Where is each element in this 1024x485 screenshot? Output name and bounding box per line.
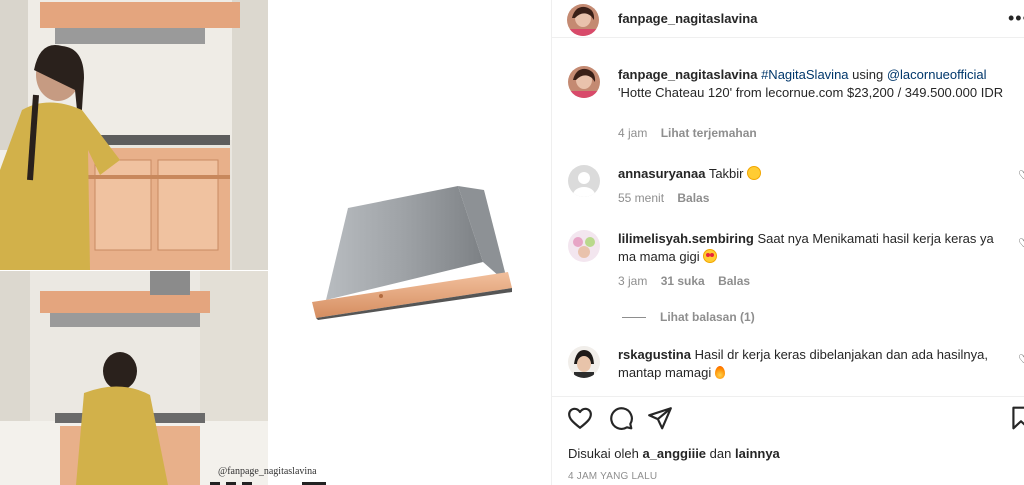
comment-time[interactable]: 55 menit [618, 191, 664, 205]
kitchen-photo-bottom [0, 271, 268, 485]
likes-summary: Disukai oleh a_anggiiie dan lainnya [568, 446, 780, 461]
caption-strip [210, 482, 326, 485]
post-detail-panel: fanpage_nagitaslavina ••• fanpage_nagita… [551, 0, 1024, 485]
comment-body: Takbir [708, 166, 744, 181]
comment-like-heart-icon[interactable]: ♡ [1018, 352, 1024, 366]
reply-button[interactable]: Balas [718, 274, 750, 288]
comment-icon[interactable] [608, 405, 634, 431]
comment-text: lilimelisyah.sembiring Saat nya Menikama… [618, 230, 1008, 266]
comment-item: annasuryanaa Takbir 55 menit Balas ♡ [568, 165, 1024, 215]
caption-text: fanpage_nagitaslavina #NagitaSlavina usi… [618, 66, 1008, 102]
comment-like-heart-icon[interactable]: ♡ [1018, 168, 1024, 182]
kitchen-photo-top [0, 0, 268, 270]
view-replies-label: Lihat balasan (1) [660, 310, 755, 324]
laughing-crying-emoji-icon [747, 166, 762, 180]
bookmark-icon[interactable] [1008, 405, 1024, 431]
comment-username[interactable]: lilimelisyah.sembiring [618, 231, 754, 246]
watermark-text: @fanpage_nagitaslavina [218, 466, 317, 477]
comment-likes[interactable]: 31 suka [661, 274, 705, 288]
post-media[interactable]: @fanpage_nagitaslavina [0, 0, 551, 485]
caption-meta: 4 jam Lihat terjemahan [618, 126, 767, 140]
comment-item: rskagustina Hasil dr kerja keras dibelan… [568, 346, 1024, 396]
likes-prefix: Disukai oleh [568, 446, 639, 461]
heart-eyes-emoji-icon [703, 249, 718, 263]
post-timestamp[interactable]: 4 JAM YANG LALU [568, 471, 657, 482]
comment-like-heart-icon[interactable]: ♡ [1018, 236, 1024, 250]
likes-others[interactable]: lainnya [735, 446, 780, 461]
caption-text-mid: using [848, 67, 887, 82]
post-header: fanpage_nagitaslavina ••• [552, 0, 1024, 38]
comment-meta: 55 menit Balas [618, 191, 719, 205]
reply-button[interactable]: Balas [677, 191, 709, 205]
header-username[interactable]: fanpage_nagitaslavina [618, 11, 757, 26]
fire-emoji-icon [714, 366, 725, 379]
caption-mention[interactable]: @lacornueofficial [887, 67, 987, 82]
more-horizontal-icon[interactable]: ••• [1008, 9, 1024, 27]
comment-text: rskagustina Hasil dr kerja keras dibelan… [618, 346, 1008, 382]
caption-item: fanpage_nagitaslavina #NagitaSlavina usi… [568, 66, 1024, 146]
caption-hashtag[interactable]: #NagitaSlavina [761, 67, 848, 82]
avatar[interactable] [568, 66, 600, 98]
paper-plane-icon[interactable] [647, 405, 673, 431]
replies-divider-line [622, 317, 646, 319]
translate-link[interactable]: Lihat terjemahan [661, 126, 757, 140]
range-hood-product-image [312, 186, 512, 320]
heart-icon[interactable] [567, 405, 593, 431]
view-replies-button[interactable]: Lihat balasan (1) [622, 310, 755, 324]
comment-meta: 3 jam 31 suka Balas [618, 274, 760, 288]
likes-mid: dan [709, 446, 732, 461]
comment-time[interactable]: 3 jam [618, 274, 647, 288]
post-actions-bar [552, 396, 1024, 436]
caption-username[interactable]: fanpage_nagitaslavina [618, 67, 757, 82]
avatar-placeholder[interactable] [568, 165, 600, 197]
comment-username[interactable]: rskagustina [618, 347, 691, 362]
likes-user[interactable]: a_anggiiie [642, 446, 706, 461]
comment-username[interactable]: annasuryanaa [618, 166, 705, 181]
avatar[interactable] [568, 230, 600, 262]
comments-list[interactable]: fanpage_nagitaslavina #NagitaSlavina usi… [552, 38, 1024, 396]
avatar[interactable] [568, 346, 600, 378]
caption-time[interactable]: 4 jam [618, 126, 647, 140]
avatar[interactable] [567, 4, 599, 36]
comment-item: lilimelisyah.sembiring Saat nya Menikama… [568, 230, 1024, 290]
caption-text-end: 'Hotte Chateau 120' from lecornue.com $2… [618, 85, 1004, 100]
comment-text: annasuryanaa Takbir [618, 165, 1008, 183]
